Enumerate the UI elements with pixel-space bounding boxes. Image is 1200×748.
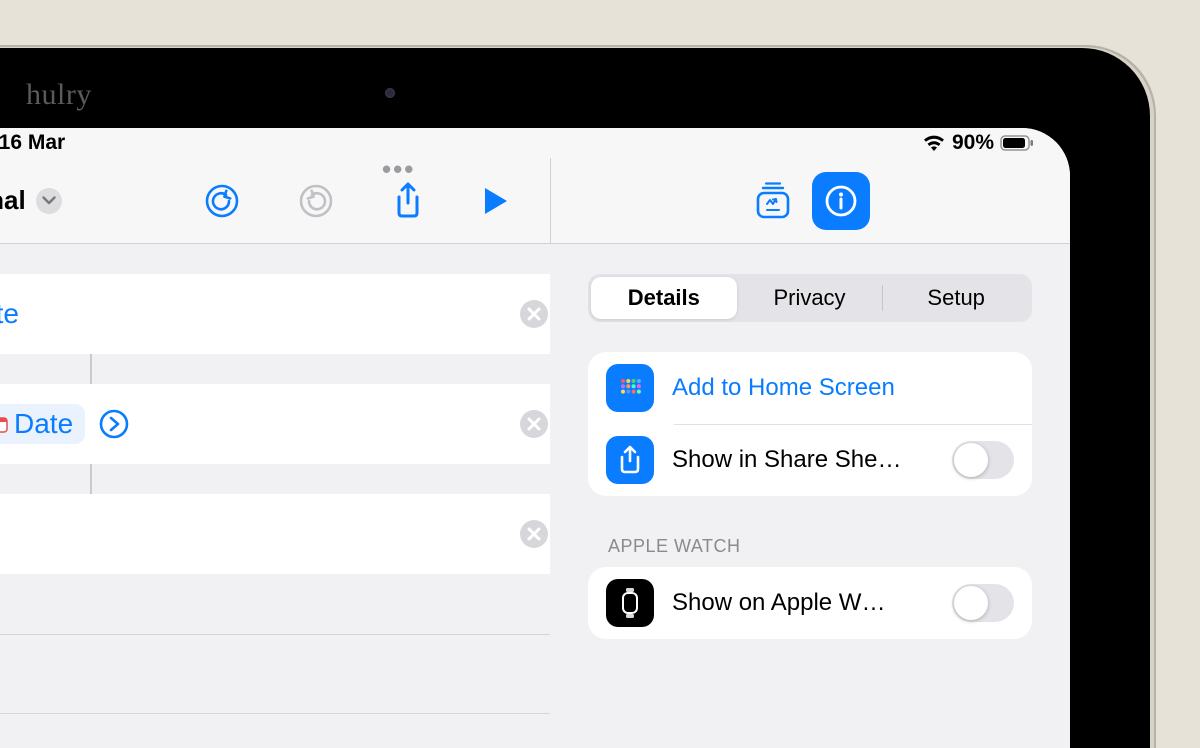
chevron-down-icon[interactable] <box>36 188 62 214</box>
share-sheet-toggle[interactable] <box>952 441 1014 479</box>
tab-details[interactable]: Details <box>591 277 737 319</box>
ipad-screen: u 16 Mar 90% ••• <box>0 128 1070 748</box>
library-button[interactable] <box>752 180 794 222</box>
battery-percent: 90% <box>952 131 994 155</box>
action-card[interactable]: Date <box>0 384 550 464</box>
watermark-text: hulry <box>26 78 92 112</box>
date-variable-chip[interactable]: ate <box>0 294 21 334</box>
camera-dot <box>385 88 395 98</box>
details-pane: Details Privacy Setup <box>550 244 1070 748</box>
delete-action-button[interactable] <box>520 410 548 438</box>
action-card[interactable]: ate <box>0 274 550 354</box>
share-sheet-icon <box>606 436 654 484</box>
tab-privacy[interactable]: Privacy <box>737 277 883 319</box>
add-home-screen-row[interactable]: Add to Home Screen <box>588 352 1032 424</box>
section-header-watch: APPLE WATCH <box>608 536 1032 557</box>
action-card-empty[interactable] <box>0 634 550 714</box>
play-button[interactable] <box>482 185 510 217</box>
shortcut-title[interactable]: rnal <box>0 185 62 216</box>
delete-action-button[interactable] <box>520 300 548 328</box>
status-right: 90% <box>922 131 1034 155</box>
apple-watch-row[interactable]: Show on Apple W… <box>588 567 1032 639</box>
settings-group-main: Add to Home Screen Show in Share She… <box>588 352 1032 496</box>
wifi-icon <box>922 134 946 152</box>
tab-setup[interactable]: Setup <box>883 277 1029 319</box>
connector-line <box>90 464 92 494</box>
action-card[interactable] <box>0 494 550 574</box>
apple-watch-toggle[interactable] <box>952 584 1014 622</box>
connector-line <box>90 354 92 384</box>
apple-watch-label: Show on Apple W… <box>672 589 934 617</box>
shortcut-title-text: rnal <box>0 185 26 216</box>
ipad-frame: u 16 Mar 90% ••• <box>0 48 1150 748</box>
redo-button <box>298 183 334 219</box>
apple-watch-icon <box>606 579 654 627</box>
toolbar: ••• rnal <box>0 158 1070 244</box>
action-options-icon[interactable] <box>99 409 129 439</box>
share-sheet-row[interactable]: Show in Share She… <box>588 424 1032 496</box>
status-date: u 16 Mar <box>0 131 65 155</box>
editor-pane: ate Date <box>0 244 550 748</box>
info-button[interactable] <box>812 172 870 230</box>
status-bar: u 16 Mar 90% <box>0 128 1070 158</box>
add-home-screen-label: Add to Home Screen <box>672 374 1014 402</box>
home-screen-icon <box>606 364 654 412</box>
calendar-mini-icon <box>0 415 8 433</box>
segmented-control[interactable]: Details Privacy Setup <box>588 274 1032 322</box>
settings-group-watch: Show on Apple W… <box>588 567 1032 639</box>
date-variable-chip[interactable]: Date <box>0 404 85 444</box>
share-sheet-label: Show in Share She… <box>672 446 934 474</box>
share-button[interactable] <box>392 181 424 221</box>
delete-action-button[interactable] <box>520 520 548 548</box>
battery-icon <box>1000 135 1034 151</box>
undo-button[interactable] <box>204 183 240 219</box>
